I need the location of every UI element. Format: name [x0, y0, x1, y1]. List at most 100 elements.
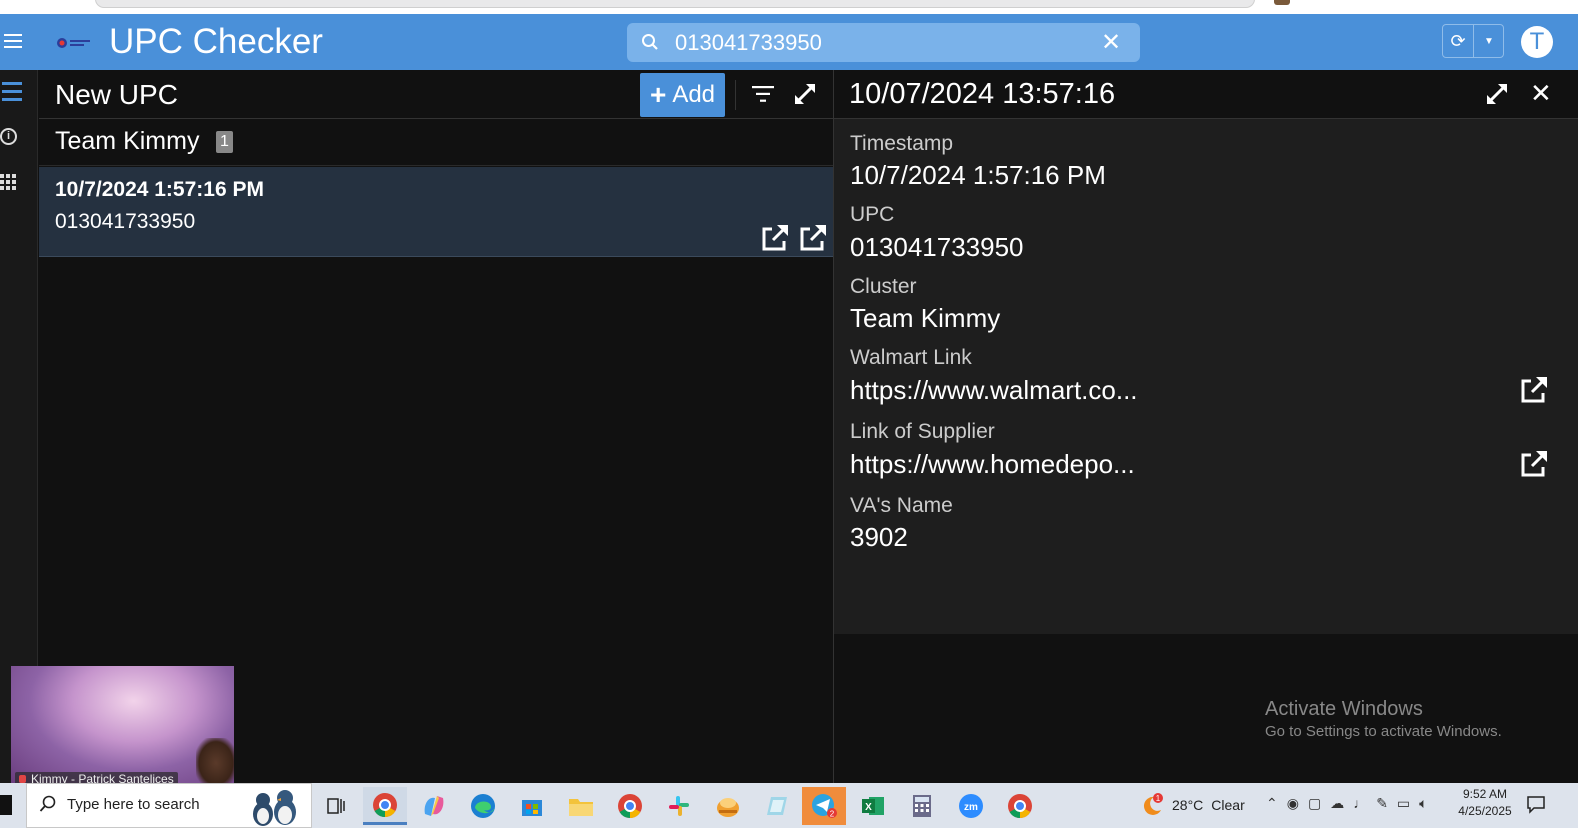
activate-windows-watermark: Activate Windows Go to Settings to activ…: [1265, 698, 1502, 740]
weather-condition: Clear: [1211, 797, 1245, 813]
detail-body: Timestamp 10/7/2024 1:57:16 PM UPC 01304…: [834, 119, 1578, 634]
telegram-icon[interactable]: 2: [802, 787, 846, 825]
clear-search-icon[interactable]: ✕: [1101, 31, 1121, 55]
add-button-label: Add: [672, 81, 716, 108]
field-label-supplier-link: Link of Supplier: [850, 420, 995, 443]
camera-icon[interactable]: ▢: [1308, 795, 1321, 812]
filter-icon[interactable]: [752, 86, 774, 102]
search-input[interactable]: [675, 29, 1095, 57]
weather-widget[interactable]: 1 28°C Clear: [1140, 793, 1245, 817]
penguins-illustration-icon: [253, 790, 296, 826]
list-item-timestamp: 10/7/2024 1:57:16 PM: [55, 178, 264, 201]
list-toolbar: New UPC + Add: [39, 70, 833, 119]
pen-icon[interactable]: ✎: [1376, 795, 1388, 812]
sync-button-group: ⟳ ▼: [1442, 24, 1504, 58]
list-view-icon[interactable]: [2, 82, 22, 101]
file-explorer-icon[interactable]: [559, 787, 603, 825]
list-item[interactable]: 10/7/2024 1:57:16 PM 013041733950: [39, 167, 833, 257]
toolbar-divider: [735, 80, 736, 110]
svg-text:zm: zm: [964, 802, 978, 813]
microphone-icon[interactable]: ♩: [1353, 795, 1367, 812]
windows-taskbar: Type here to search 2 X zm 1 28°C Clear …: [0, 783, 1578, 828]
field-label-cluster: Cluster: [850, 275, 917, 298]
expand-icon[interactable]: [792, 81, 818, 107]
watermark-subtitle: Go to Settings to activate Windows.: [1265, 723, 1502, 740]
browser-chrome-strip: [0, 0, 1578, 14]
apps-grid-icon[interactable]: [0, 174, 16, 190]
chevron-down-icon[interactable]: ▼: [1474, 25, 1504, 57]
copilot-icon[interactable]: [412, 787, 456, 825]
list-item-upc: 013041733950: [55, 210, 196, 233]
screen: UPC Checker ✕ ⟳ ▼ T i New UPC + Add: [0, 0, 1578, 828]
hamburger-menu-icon[interactable]: [4, 34, 22, 48]
notes-app-icon[interactable]: [755, 787, 799, 825]
start-button[interactable]: [0, 795, 12, 815]
notification-icon[interactable]: [1526, 794, 1546, 814]
record-icon[interactable]: ◉: [1287, 795, 1299, 812]
field-value-timestamp: 10/7/2024 1:57:16 PM: [850, 160, 1106, 190]
clock-date: 4/25/2025: [1458, 804, 1512, 818]
taskbar-search-placeholder: Type here to search: [67, 796, 200, 813]
group-name: Team Kimmy: [55, 127, 200, 155]
plus-icon: +: [649, 79, 667, 110]
webcam-overlay[interactable]: Kimmy - Patrick Santelices: [11, 666, 234, 783]
system-tray: ⌃ ◉ ▢ ☁ ♩ ✎ ▭ 🔈︎: [1266, 795, 1428, 812]
app-header: UPC Checker ✕ ⟳ ▼ T: [0, 14, 1578, 70]
detail-title: 10/07/2024 13:57:16: [849, 78, 1116, 110]
chevron-up-icon[interactable]: ⌃: [1266, 795, 1278, 812]
system-clock[interactable]: 9:52 AM 4/25/2025: [1452, 786, 1518, 820]
field-value-supplier-link[interactable]: https://www.homedepo...: [850, 449, 1135, 480]
search-icon: [642, 34, 658, 50]
watermark-title: Activate Windows: [1265, 698, 1423, 720]
network-icon[interactable]: ▭: [1397, 795, 1410, 812]
chrome-icon[interactable]: [998, 787, 1042, 825]
weather-moon-icon: 1: [1143, 793, 1163, 815]
avatar[interactable]: T: [1521, 26, 1553, 58]
expand-icon[interactable]: [1484, 81, 1510, 107]
list-title: New UPC: [55, 79, 178, 110]
info-icon[interactable]: i: [0, 128, 17, 145]
webcam-video-shadow: [196, 738, 234, 783]
field-label-upc: UPC: [850, 203, 895, 226]
chrome-icon[interactable]: [608, 787, 652, 825]
field-value-cluster: Team Kimmy: [850, 303, 1001, 333]
field-label-timestamp: Timestamp: [850, 132, 954, 155]
group-header[interactable]: Team Kimmy 1: [39, 119, 833, 166]
telegram-badge: 2: [830, 810, 835, 819]
open-supplier-link-icon[interactable]: [798, 223, 828, 253]
svg-text:X: X: [865, 802, 872, 813]
field-value-walmart-link[interactable]: https://www.walmart.co...: [850, 375, 1138, 406]
detail-header: 10/07/2024 13:57:16 ✕: [834, 70, 1578, 119]
webcam-participant-label: Kimmy - Patrick Santelices: [15, 772, 178, 783]
zoom-icon[interactable]: zm: [949, 787, 993, 825]
orange-app-icon[interactable]: [706, 787, 750, 825]
app-logo: [57, 38, 90, 48]
field-label-walmart-link: Walmart Link: [850, 346, 972, 369]
excel-icon[interactable]: X: [851, 787, 895, 825]
open-walmart-link-icon[interactable]: [1519, 375, 1549, 405]
slack-icon[interactable]: [657, 787, 701, 825]
browser-address-bar[interactable]: [95, 0, 1255, 8]
group-count-badge: 1: [216, 131, 233, 153]
calculator-icon[interactable]: [900, 787, 944, 825]
open-supplier-link-icon[interactable]: [1519, 449, 1549, 479]
app-title: UPC Checker: [109, 22, 323, 61]
field-value-upc: 013041733950: [850, 232, 1024, 262]
field-value-va-name: 3902: [850, 522, 908, 552]
edge-icon[interactable]: [461, 787, 505, 825]
sync-icon[interactable]: ⟳: [1443, 25, 1474, 57]
open-walmart-link-icon[interactable]: [760, 223, 790, 253]
volume-icon[interactable]: 🔈︎: [1419, 795, 1427, 812]
task-view-icon[interactable]: [314, 787, 358, 825]
detail-panel: 10/07/2024 13:57:16 ✕ Timestamp 10/7/202…: [833, 70, 1578, 783]
close-icon[interactable]: ✕: [1530, 80, 1552, 106]
chrome-icon[interactable]: [363, 787, 407, 825]
cloud-icon[interactable]: ☁: [1330, 795, 1344, 812]
microsoft-store-icon[interactable]: [510, 787, 554, 825]
weather-temp: 28°C: [1172, 797, 1204, 813]
weather-badge: 1: [1156, 794, 1161, 803]
extension-icon[interactable]: [1274, 0, 1290, 5]
search-icon: [39, 795, 56, 812]
taskbar-search[interactable]: Type here to search: [26, 783, 312, 828]
add-button[interactable]: + Add: [640, 73, 725, 117]
